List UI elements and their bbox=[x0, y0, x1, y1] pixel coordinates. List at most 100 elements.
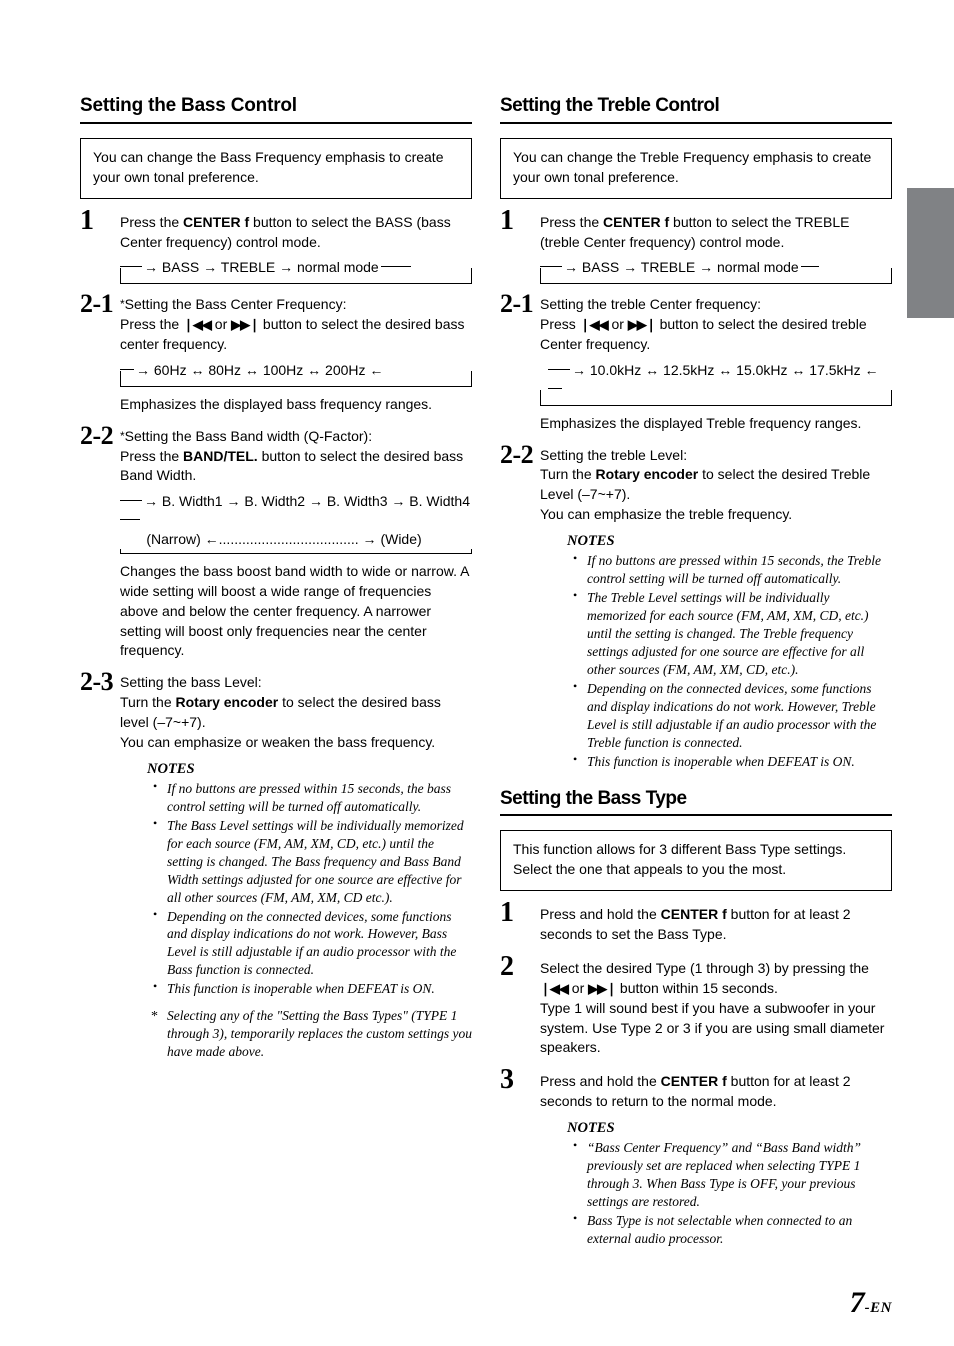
prev-track-icon: ❘◀◀ bbox=[540, 980, 569, 996]
note-item: The Bass Level settings will be individu… bbox=[147, 816, 472, 907]
manual-page: Setting the Bass Control You can change … bbox=[0, 0, 954, 1346]
button-name-center-f: CENTER f bbox=[660, 1073, 727, 1090]
band-width-cycle-row2: (Narrow) ←..............................… bbox=[144, 530, 424, 549]
step-text: *Setting the Bass Center Frequency: Pres… bbox=[120, 295, 472, 355]
next-track-icon: ▶▶❘ bbox=[627, 317, 657, 333]
step-title: Setting the Bass Center Frequency: bbox=[124, 296, 347, 313]
page-title-bass-control: Setting the Bass Control bbox=[80, 95, 472, 124]
loop-tick-right bbox=[800, 266, 819, 268]
mode-cycle-text: → BASS → TREBLE → normal mode bbox=[562, 258, 801, 278]
step-text-before: Press the bbox=[120, 213, 184, 230]
step-text: Press the CENTER f button to select the … bbox=[540, 213, 892, 253]
loop-tick-left bbox=[540, 266, 562, 268]
step-title: Setting the treble Center frequency: bbox=[540, 296, 762, 313]
step-number: 1 bbox=[80, 204, 94, 236]
note-item: If no buttons are pressed within 15 seco… bbox=[567, 551, 892, 588]
callout-treble-control: You can change the Treble Frequency emph… bbox=[500, 137, 892, 199]
step-number: 2-2 bbox=[500, 439, 534, 469]
right-column: Setting the Treble Control You can chang… bbox=[500, 95, 892, 1259]
notes-block-treble: NOTES If no buttons are pressed within 1… bbox=[540, 533, 892, 770]
notes-heading: NOTES bbox=[567, 1120, 615, 1137]
note-item: Bass Type is not selectable when connect… bbox=[567, 1211, 892, 1248]
note-item: Depending on the connected devices, some… bbox=[567, 679, 892, 752]
step-line-a: Press bbox=[540, 316, 580, 333]
mode-cycle-diagram-bass: → BASS → TREBLE → normal mode bbox=[120, 258, 472, 285]
loop-frame bbox=[540, 389, 892, 406]
step-text-before: Press and hold the bbox=[540, 1073, 661, 1090]
treble-frequency-cycle-diagram: → 10.0kHz ↔ 12.5kHz ↔ 15.0kHz ↔ 17.5kHz … bbox=[540, 360, 892, 406]
band-width-cycle-diagram: → B. Width1 → B. Width2 → B. Width3 → B.… bbox=[120, 492, 472, 554]
step-title: Setting the bass Level: bbox=[120, 674, 262, 691]
step-bass-2-3: 2-3 Setting the bass Level: Turn the Rot… bbox=[80, 669, 472, 1061]
bass-frequency-cycle-text: → 60Hz ↔ 80Hz ↔ 100Hz ↔ 200Hz ← bbox=[134, 360, 386, 380]
loop-tick-left bbox=[120, 368, 134, 370]
treble-frequency-caption: Emphasizes the displayed Treble frequenc… bbox=[540, 414, 862, 431]
note-item: Depending on the connected devices, some… bbox=[147, 907, 472, 980]
button-name-center-f: CENTER f bbox=[603, 213, 670, 230]
step-number: 2-1 bbox=[80, 289, 114, 319]
page-title-treble-control: Setting the Treble Control bbox=[500, 95, 892, 124]
step-line-c: Type 1 will sound best if you have a sub… bbox=[540, 999, 885, 1056]
step-line-c: You can emphasize or weaken the bass fre… bbox=[120, 733, 436, 750]
note-item: This function is inoperable when DEFEAT … bbox=[567, 752, 892, 771]
step-bass-2-1: 2-1 *Setting the Bass Center Frequency: … bbox=[80, 291, 472, 414]
left-column: Setting the Bass Control You can change … bbox=[80, 95, 472, 1072]
step-text: Select the desired Type (1 through 3) by… bbox=[540, 959, 892, 1058]
band-width-caption: Changes the bass boost band width to wid… bbox=[120, 562, 469, 659]
step-treble-2-2: 2-2 Setting the treble Level: Turn the R… bbox=[500, 441, 892, 771]
mode-cycle-text: → BASS → TREBLE → normal mode bbox=[142, 258, 381, 278]
page-title-bass-type: Setting the Bass Type bbox=[500, 788, 892, 817]
step-line-a: Press the bbox=[120, 316, 184, 333]
step-bass-type-1: 1 Press and hold the CENTER f button for… bbox=[500, 899, 892, 945]
step-number: 2-2 bbox=[80, 420, 114, 450]
button-name-band-tel: BAND/TEL. bbox=[183, 447, 258, 464]
step-line-a: Press the bbox=[120, 447, 184, 464]
step-bass-1: 1 Press the CENTER f button to select th… bbox=[80, 206, 472, 285]
step-bass-type-3: 3 Press and hold the CENTER f button for… bbox=[500, 1066, 892, 1248]
note-item: “Bass Center Frequency” and “Bass Band w… bbox=[567, 1138, 892, 1211]
loop-tick-right bbox=[120, 519, 140, 521]
folio-number: 7 bbox=[849, 1286, 865, 1319]
control-name-rotary-encoder: Rotary encoder bbox=[175, 694, 279, 711]
page-thumb-tab bbox=[907, 188, 954, 318]
step-number: 1 bbox=[500, 897, 514, 929]
step-text: Press and hold the CENTER f button for a… bbox=[540, 905, 892, 945]
step-line-a: Select the desired Type (1 through 3) by… bbox=[540, 959, 869, 976]
step-bass-type-2: 2 Select the desired Type (1 through 3) … bbox=[500, 952, 892, 1058]
prev-track-icon: ❘◀◀ bbox=[579, 317, 609, 333]
bass-frequency-caption: Emphasizes the displayed bass frequency … bbox=[120, 395, 433, 412]
next-track-icon: ▶▶❘ bbox=[588, 980, 617, 996]
step-text: Press the CENTER f button to select the … bbox=[120, 213, 472, 253]
step-text: *Setting the Bass Band width (Q-Factor):… bbox=[120, 427, 472, 487]
step-text: Setting the treble Level: Turn the Rotar… bbox=[540, 446, 892, 526]
step-line-a: Turn the bbox=[540, 466, 596, 483]
notes-heading: NOTES bbox=[567, 533, 615, 550]
bass-frequency-cycle-diagram: → 60Hz ↔ 80Hz ↔ 100Hz ↔ 200Hz ← bbox=[120, 360, 472, 387]
step-bass-2-2: 2-2 *Setting the Bass Band width (Q-Fact… bbox=[80, 422, 472, 662]
loop-tick-right bbox=[548, 387, 562, 389]
prev-track-icon: ❘◀◀ bbox=[183, 317, 212, 333]
step-text: Setting the bass Level: Turn the Rotary … bbox=[120, 673, 472, 753]
notes-list: “Bass Center Frequency” and “Bass Band w… bbox=[567, 1138, 892, 1248]
loop-tick-left bbox=[120, 500, 142, 502]
loop-tick-left bbox=[120, 266, 142, 268]
step-treble-2-1: 2-1 Setting the treble Center frequency:… bbox=[500, 291, 892, 433]
step-text: Press and hold the CENTER f button for a… bbox=[540, 1072, 892, 1112]
step-text: Setting the treble Center frequency: Pre… bbox=[540, 295, 892, 355]
step-number: 3 bbox=[500, 1064, 514, 1096]
callout-bass-type: This function allows for 3 different Bas… bbox=[500, 830, 892, 892]
note-item: If no buttons are pressed within 15 seco… bbox=[147, 779, 472, 816]
step-text-before: Press the bbox=[540, 213, 604, 230]
step-treble-1: 1 Press the CENTER f button to select th… bbox=[500, 206, 892, 285]
next-track-icon: ▶▶❘ bbox=[231, 317, 260, 333]
loop-tick-right bbox=[380, 266, 411, 268]
step-number: 2-3 bbox=[80, 667, 114, 697]
notes-heading: NOTES bbox=[147, 760, 195, 777]
step-title: Setting the treble Level: bbox=[540, 446, 688, 463]
step-line-a: Turn the bbox=[120, 694, 176, 711]
conjunction: or bbox=[607, 316, 628, 333]
mode-cycle-diagram-treble: → BASS → TREBLE → normal mode bbox=[540, 258, 892, 285]
folio-suffix: -EN bbox=[864, 1300, 892, 1316]
band-width-cycle-row1: → B. Width1 → B. Width2 → B. Width3 → B.… bbox=[142, 492, 472, 512]
step-number: 2-1 bbox=[500, 289, 534, 319]
